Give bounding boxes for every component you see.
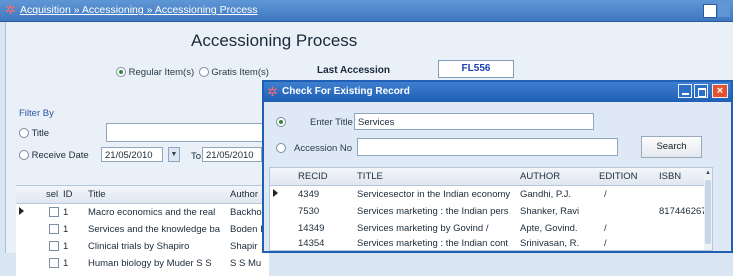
- dialog-minimize-button[interactable]: [678, 84, 692, 98]
- cell-author: Shapir: [230, 241, 258, 252]
- gratis-items-radio[interactable]: [198, 67, 209, 78]
- cell-edition: /: [604, 223, 607, 234]
- cell-author: Apte, Govind.: [520, 223, 578, 234]
- cell-edition: /: [604, 238, 607, 249]
- select-checkbox[interactable]: [49, 224, 59, 234]
- existing-records-table: RECID TITLE AUTHOR EDITION ISBN 4349 Ser…: [269, 167, 713, 251]
- cell-id: 1: [63, 207, 69, 218]
- check-existing-record-dialog: ✲ Check For Existing Record × Enter Titl…: [262, 80, 733, 253]
- enter-title-label: Enter Title: [310, 117, 353, 128]
- table-row[interactable]: 1 Clinical trials by Shapiro Shapir: [16, 238, 269, 255]
- title-filter-label: Title: [31, 128, 50, 139]
- column-header-author[interactable]: AUTHOR: [520, 171, 560, 182]
- vertical-scrollbar[interactable]: ▲: [704, 168, 712, 250]
- column-header-title[interactable]: Title: [88, 189, 106, 200]
- cell-author: Shanker, Ravi: [520, 206, 580, 217]
- cell-title: Clinical trials by Shapiro: [88, 241, 190, 252]
- table-row[interactable]: 1 Human biology by Muder S S S S Mu: [16, 255, 269, 272]
- window-edge: [718, 3, 730, 17]
- receive-date-option: Receive Date: [19, 150, 89, 161]
- to-label: To: [191, 151, 202, 162]
- enter-title-input[interactable]: Services: [354, 113, 594, 130]
- cell-title: Servicesector in the Indian economy: [357, 189, 511, 200]
- table-row[interactable]: 1 Services and the knowledge ba Boden I: [16, 221, 269, 238]
- cell-author: S S Mu: [230, 258, 262, 269]
- table-header: sel ID Title Author: [16, 186, 269, 204]
- cell-title: Human biology by Muder S S: [88, 258, 212, 269]
- last-accession-value: FL556: [438, 60, 514, 78]
- cell-isbn: 817446267: [659, 206, 704, 217]
- cell-title: Services marketing : the Indian pers: [357, 206, 509, 217]
- cell-title: Services and the knowledge ba: [88, 224, 221, 235]
- column-header-recid[interactable]: RECID: [298, 171, 328, 182]
- filter-title-option: Title: [19, 128, 49, 139]
- from-date-dropdown-icon[interactable]: ▼: [168, 147, 180, 162]
- current-row-indicator-icon: [273, 189, 278, 197]
- title-filter-radio[interactable]: [19, 128, 29, 139]
- table-row[interactable]: 7530 Services marketing : the Indian per…: [270, 203, 704, 220]
- cell-recid: 14349: [298, 223, 325, 234]
- app-logo-icon: ✲: [5, 2, 16, 17]
- table-row[interactable]: 1 Macro economics and the real Backho: [16, 204, 269, 221]
- column-header-title[interactable]: TITLE: [357, 171, 383, 182]
- accession-no-radio[interactable]: [276, 143, 286, 153]
- app-title-bar: ✲ Acquisition » Accessioning » Accession…: [0, 0, 733, 22]
- regular-items-radio[interactable]: [116, 67, 126, 78]
- cell-author: Srinivasan, R.: [520, 238, 580, 249]
- cell-id: 1: [63, 241, 69, 252]
- regular-items-label: Regular Item(s): [128, 67, 195, 78]
- column-header-author[interactable]: Author: [230, 189, 258, 200]
- search-button[interactable]: Search: [641, 136, 702, 158]
- column-header-isbn[interactable]: ISBN: [659, 171, 681, 182]
- cell-author: Boden I: [230, 224, 263, 235]
- column-header-id[interactable]: ID: [63, 189, 73, 200]
- cell-id: 1: [63, 258, 69, 269]
- cell-recid: 4349: [298, 189, 320, 200]
- scroll-up-icon[interactable]: ▲: [704, 170, 712, 176]
- select-checkbox[interactable]: [49, 241, 59, 251]
- cell-title: Services marketing by Govind /: [357, 223, 489, 234]
- receive-date-radio[interactable]: [19, 150, 29, 161]
- scroll-thumb[interactable]: [705, 180, 711, 244]
- accession-items-table: sel ID Title Author 1 Macro economics an…: [16, 185, 269, 276]
- from-date-field[interactable]: 21/05/2010: [101, 147, 163, 162]
- gratis-items-label: Gratis Item(s): [211, 67, 269, 78]
- minimize-button[interactable]: [703, 4, 717, 18]
- accession-no-label: Accession No: [294, 143, 353, 154]
- cell-author: Gandhi, P.J.: [520, 189, 572, 200]
- cell-recid: 7530: [298, 206, 320, 217]
- select-checkbox[interactable]: [49, 258, 59, 268]
- column-header-sel[interactable]: sel: [46, 189, 58, 200]
- dialog-close-button[interactable]: ×: [712, 84, 728, 98]
- accession-no-input[interactable]: [357, 138, 618, 156]
- receive-date-label: Receive Date: [31, 150, 89, 161]
- table-header: RECID TITLE AUTHOR EDITION ISBN: [270, 168, 704, 186]
- to-date-field[interactable]: 21/05/2010: [202, 147, 262, 162]
- cell-author: Backho: [230, 207, 262, 218]
- table-row[interactable]: 14354 Services marketing : the Indian co…: [270, 235, 704, 252]
- cell-id: 1: [63, 224, 69, 235]
- cell-recid: 14354: [298, 238, 325, 249]
- breadcrumb[interactable]: Acquisition » Accessioning » Accessionin…: [20, 4, 258, 16]
- filter-by-label: Filter By: [19, 108, 54, 119]
- last-accession-label: Last Accession: [317, 65, 390, 76]
- dialog-maximize-button[interactable]: [694, 84, 708, 98]
- dialog-title-bar[interactable]: ✲ Check For Existing Record ×: [264, 82, 731, 102]
- dialog-logo-icon: ✲: [267, 84, 278, 99]
- column-header-edition[interactable]: EDITION: [599, 171, 638, 182]
- current-row-indicator-icon: [19, 207, 24, 215]
- cell-edition: /: [604, 189, 607, 200]
- cell-title: Services marketing : the Indian cont: [357, 238, 509, 249]
- table-row[interactable]: 4349 Servicesector in the Indian economy…: [270, 186, 704, 203]
- select-checkbox[interactable]: [49, 207, 59, 217]
- enter-title-radio[interactable]: [276, 117, 286, 127]
- page-title: Accessioning Process: [191, 31, 358, 50]
- cell-title: Macro economics and the real: [88, 207, 216, 218]
- dialog-title: Check For Existing Record: [282, 86, 410, 97]
- item-type-options: Regular Item(s) Gratis Item(s): [116, 67, 269, 78]
- title-filter-input[interactable]: [106, 123, 268, 142]
